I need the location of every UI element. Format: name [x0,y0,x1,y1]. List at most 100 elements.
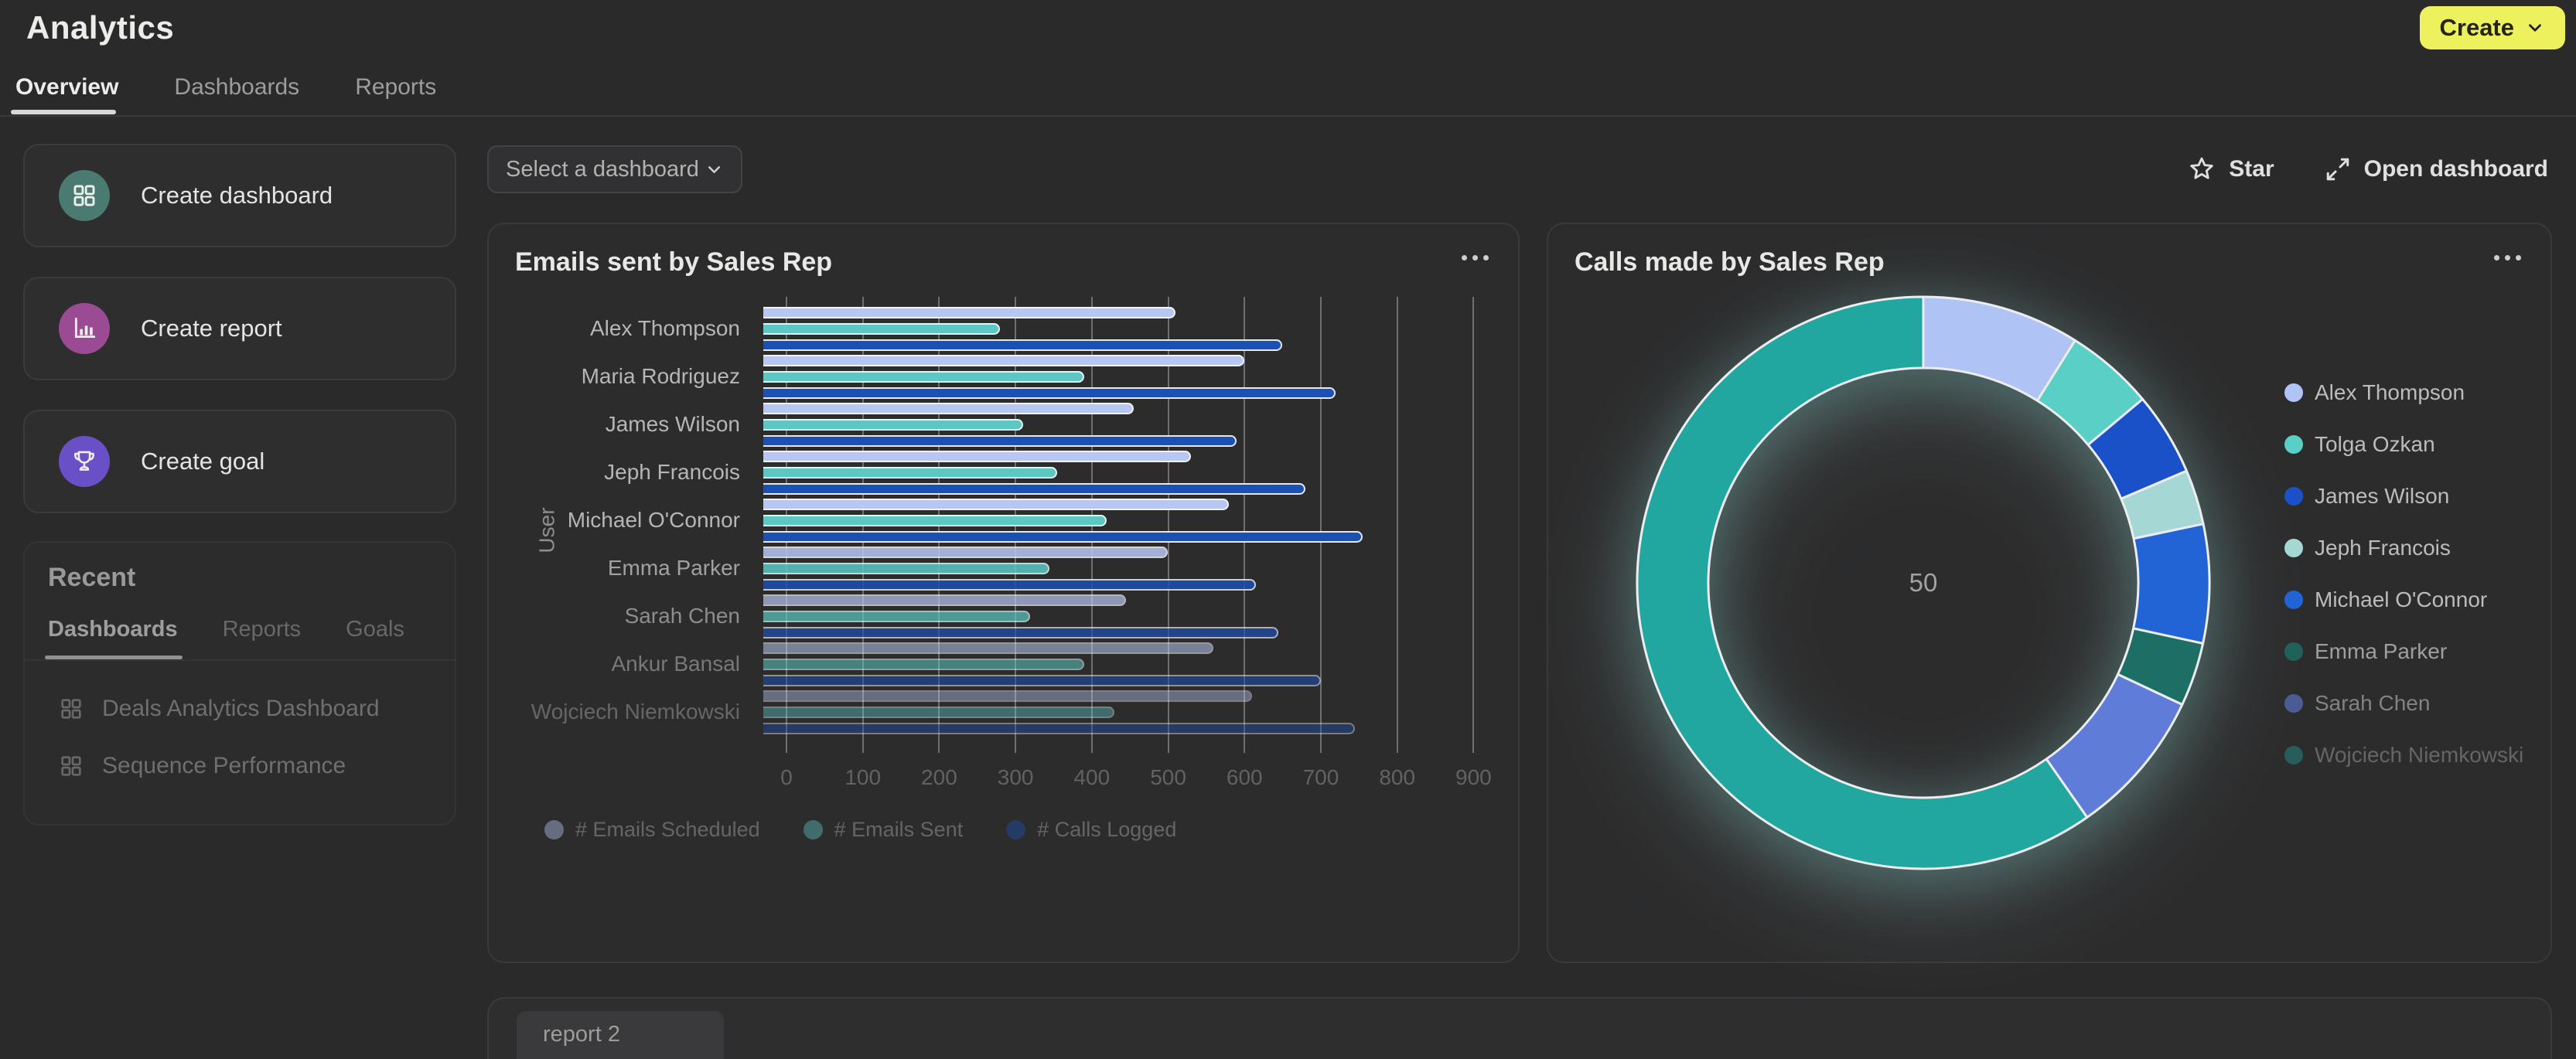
bar-category-label: Maria Rodriguez [489,364,763,389]
bar-chart-row: Wojciech Niemkowski [489,688,1496,736]
create-report-card[interactable]: Create report [23,277,456,380]
bar--emails-sent[interactable] [763,371,1084,383]
bar-chart-plot: Alex Thompson Maria Rodriguez James Wilson… [489,305,1496,736]
recent-tab-dashboards[interactable]: Dashboards [48,617,178,642]
dashboard-select[interactable]: Select a dashboard [487,145,742,193]
emails-by-rep-card: Emails sent by Sales Rep User Alex Thomp… [487,223,1520,963]
bar--emails-sent[interactable] [763,419,1023,431]
bar--emails-sent[interactable] [763,323,1000,335]
legend-item[interactable]: James Wilson [2284,470,2523,522]
create-dashboard-card[interactable]: Create dashboard [23,144,456,247]
x-tick-label: 200 [921,765,957,790]
recent-tab-reports[interactable]: Reports [223,617,302,642]
bar--calls-logged[interactable] [763,579,1256,591]
x-tick-label: 500 [1150,765,1186,790]
donut-slice[interactable] [2134,524,2209,644]
bar--calls-logged[interactable] [763,627,1278,638]
recent-item-deals-analytics-dashboard[interactable]: Deals Analytics Dashboard [59,696,380,722]
bar-chart-row: Maria Rodriguez [489,352,1496,400]
legend-item[interactable]: Michael O'Connor [2284,574,2523,625]
bar-group [763,403,1473,447]
legend-item[interactable]: Tolga Ozkan [2284,418,2523,470]
x-tick-label: 0 [780,765,793,790]
bar-category-label: Ankur Bansal [489,652,763,676]
tab-dashboards[interactable]: Dashboards [174,74,299,111]
x-tick-label: 900 [1455,765,1492,790]
legend-item[interactable]: Emma Parker [2284,625,2523,677]
legend-label: # Emails Scheduled [575,818,760,842]
bar--emails-scheduled[interactable] [763,690,1252,702]
grid-icon [59,696,84,721]
legend-item[interactable]: Alex Thompson [2284,366,2523,418]
legend-dot [2284,642,2303,661]
partial-widget-title[interactable]: report 2 [517,1011,724,1059]
bar--emails-scheduled[interactable] [763,499,1229,510]
recent-divider [25,659,455,661]
legend-item[interactable]: Jeph Francois [2284,522,2523,574]
legend-item[interactable]: # Calls Logged [1006,818,1176,842]
bar--emails-sent[interactable] [763,563,1049,574]
bar-category-label: Alex Thompson [489,316,763,341]
legend-dot [1006,820,1025,839]
dashboard-select-value: Select a dashboard [506,157,699,182]
bar--emails-scheduled[interactable] [763,403,1134,414]
bar--calls-logged[interactable] [763,675,1321,686]
star-button[interactable]: Star [2187,155,2274,184]
tab-reports[interactable]: Reports [355,74,436,111]
bar--emails-scheduled[interactable] [763,594,1126,606]
bar--calls-logged[interactable] [763,531,1363,543]
legend-label: Jeph Francois [2315,536,2451,560]
create-button[interactable]: Create [2420,6,2566,49]
tab-overview[interactable]: Overview [15,74,118,111]
recent-item-label: Deals Analytics Dashboard [102,696,380,722]
bar--emails-sent[interactable] [763,611,1030,622]
card-menu-icon[interactable] [2494,255,2521,260]
bar-category-label: Michael O'Connor [489,508,763,533]
trophy-icon [59,436,110,487]
bar--calls-logged[interactable] [763,339,1282,351]
card-menu-icon[interactable] [1462,255,1489,260]
bar--emails-sent[interactable] [763,707,1114,718]
bar-group [763,307,1473,351]
bar-chart-icon [59,303,110,354]
bar--calls-logged[interactable] [763,435,1237,447]
create-goal-label: Create goal [141,448,264,475]
recent-title: Recent [48,563,135,593]
open-dashboard-button[interactable]: Open dashboard [2324,155,2548,183]
legend-item[interactable]: # Emails Sent [804,818,964,842]
bar--calls-logged[interactable] [763,387,1336,399]
create-goal-card[interactable]: Create goal [23,410,456,513]
bar--emails-scheduled[interactable] [763,451,1191,462]
legend-label: Alex Thompson [2315,380,2465,405]
bar--emails-sent[interactable] [763,515,1107,526]
header-divider [0,115,2576,117]
x-tick-label: 400 [1073,765,1110,790]
legend-item[interactable]: # Emails Scheduled [544,818,760,842]
chevron-down-icon [2525,18,2545,38]
bar-chart-row: James Wilson [489,400,1496,448]
bar--emails-scheduled[interactable] [763,642,1213,654]
bar-chart-row: Ankur Bansal [489,640,1496,688]
legend-item[interactable]: Wojciech Niemkowski [2284,729,2523,781]
bar-group [763,451,1473,495]
legend-label: Wojciech Niemkowski [2315,743,2523,768]
bar--calls-logged[interactable] [763,723,1355,734]
bar--emails-scheduled[interactable] [763,355,1244,366]
recent-tab-goals[interactable]: Goals [346,617,404,642]
bar--calls-logged[interactable] [763,483,1305,495]
main-nav-tabs: Overview Dashboards Reports [15,74,436,111]
legend-label: # Emails Sent [834,818,964,842]
legend-dot [804,820,823,839]
active-tab-underline [11,110,116,114]
bar--emails-sent[interactable] [763,467,1057,478]
bar-group [763,355,1473,399]
grid-icon [59,754,84,778]
recent-item-sequence-performance[interactable]: Sequence Performance [59,753,346,779]
bar--emails-scheduled[interactable] [763,547,1168,558]
bar-category-label: James Wilson [489,412,763,437]
bar--emails-sent[interactable] [763,659,1084,670]
legend-item[interactable]: Sarah Chen [2284,677,2523,729]
legend-dot [2284,694,2303,713]
bar-chart-row: Michael O'Connor [489,496,1496,544]
bar--emails-scheduled[interactable] [763,307,1175,318]
